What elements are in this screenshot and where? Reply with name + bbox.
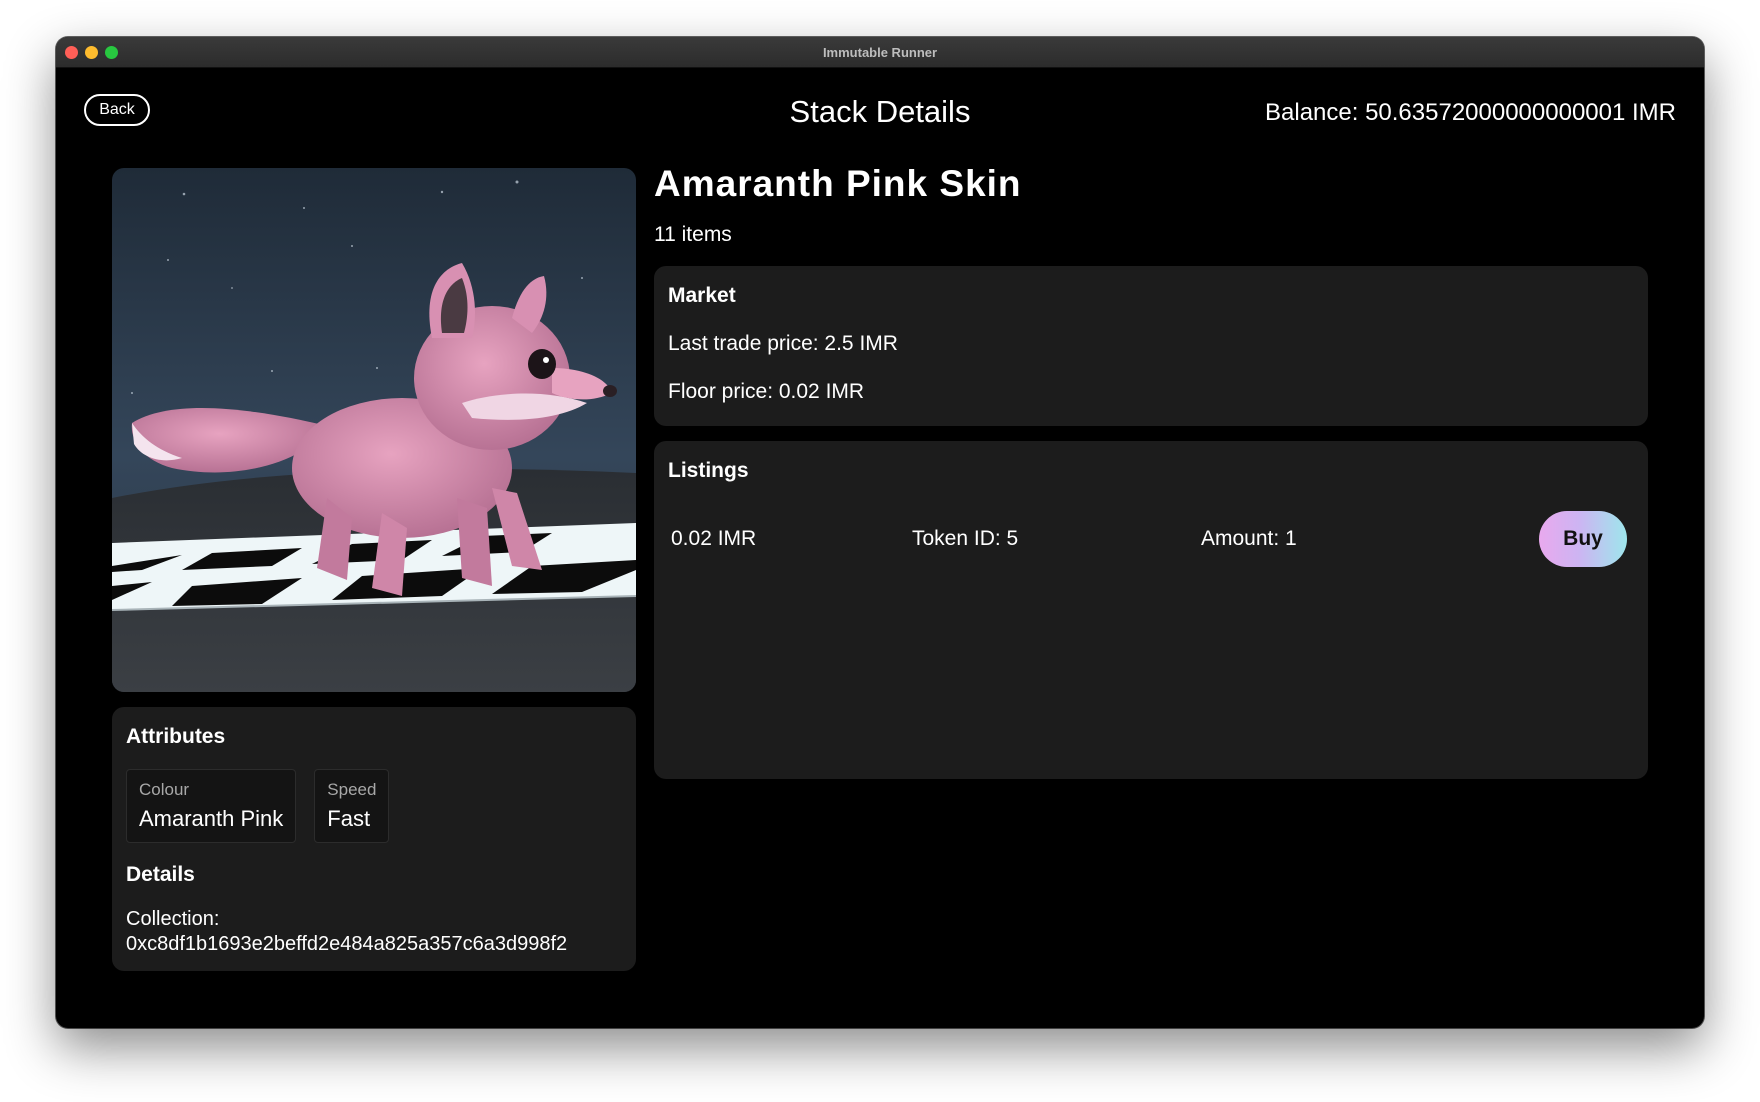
collection-address: 0xc8df1b1693e2beffd2e484a825a357c6a3d998… — [126, 933, 568, 955]
attribute-value: Fast — [327, 806, 371, 831]
attribute-chip-colour: Colour Amaranth Pink — [126, 769, 297, 843]
listings-panel: Listings 0.02 IMR Token ID: 5 Amount: 1 … — [654, 441, 1648, 779]
item-count: 11 items — [654, 223, 732, 246]
listing-amount: Amount: 1 — [1201, 527, 1297, 550]
listings-heading: Listings — [668, 459, 749, 482]
listing-row: 0.02 IMR Token ID: 5 Amount: 1 Buy — [668, 511, 1634, 567]
attribute-label: Speed — [327, 780, 377, 799]
balance-display: Balance: 50.63572000000000001 IMR — [1265, 99, 1676, 126]
last-trade-price: Last trade price: 2.5 IMR — [668, 332, 898, 355]
buy-button[interactable]: Buy — [1539, 511, 1627, 567]
attributes-heading: Attributes — [126, 725, 226, 748]
window-title: Immutable Runner — [822, 45, 938, 60]
details-heading: Details — [126, 863, 195, 886]
market-panel: Market Last trade price: 2.5 IMR Floor p… — [654, 266, 1648, 426]
collection-label: Collection: — [126, 908, 220, 930]
listing-token-id: Token ID: 5 — [912, 527, 1019, 550]
floor-price: Floor price: 0.02 IMR — [668, 380, 865, 403]
item-name: Amaranth Pink Skin — [654, 163, 1022, 204]
attribute-list: Colour Amaranth Pink Speed Fast — [126, 769, 622, 843]
collection-info: Collection: 0xc8df1b1693e2beffd2e484a825… — [126, 907, 622, 957]
attribute-chip-speed: Speed Fast — [314, 769, 390, 843]
market-heading: Market — [668, 284, 736, 307]
fox-skin-image — [112, 168, 636, 692]
title-bar: Immutable Runner — [56, 37, 1704, 68]
attribute-value: Amaranth Pink — [139, 806, 284, 831]
attributes-panel: Attributes Colour Amaranth Pink Speed Fa… — [112, 707, 636, 971]
attribute-label: Colour — [139, 780, 190, 799]
listing-price: 0.02 IMR — [671, 527, 757, 550]
item-image — [112, 168, 636, 692]
app-window: Immutable Runner Back Stack Details Bala… — [56, 37, 1704, 1028]
